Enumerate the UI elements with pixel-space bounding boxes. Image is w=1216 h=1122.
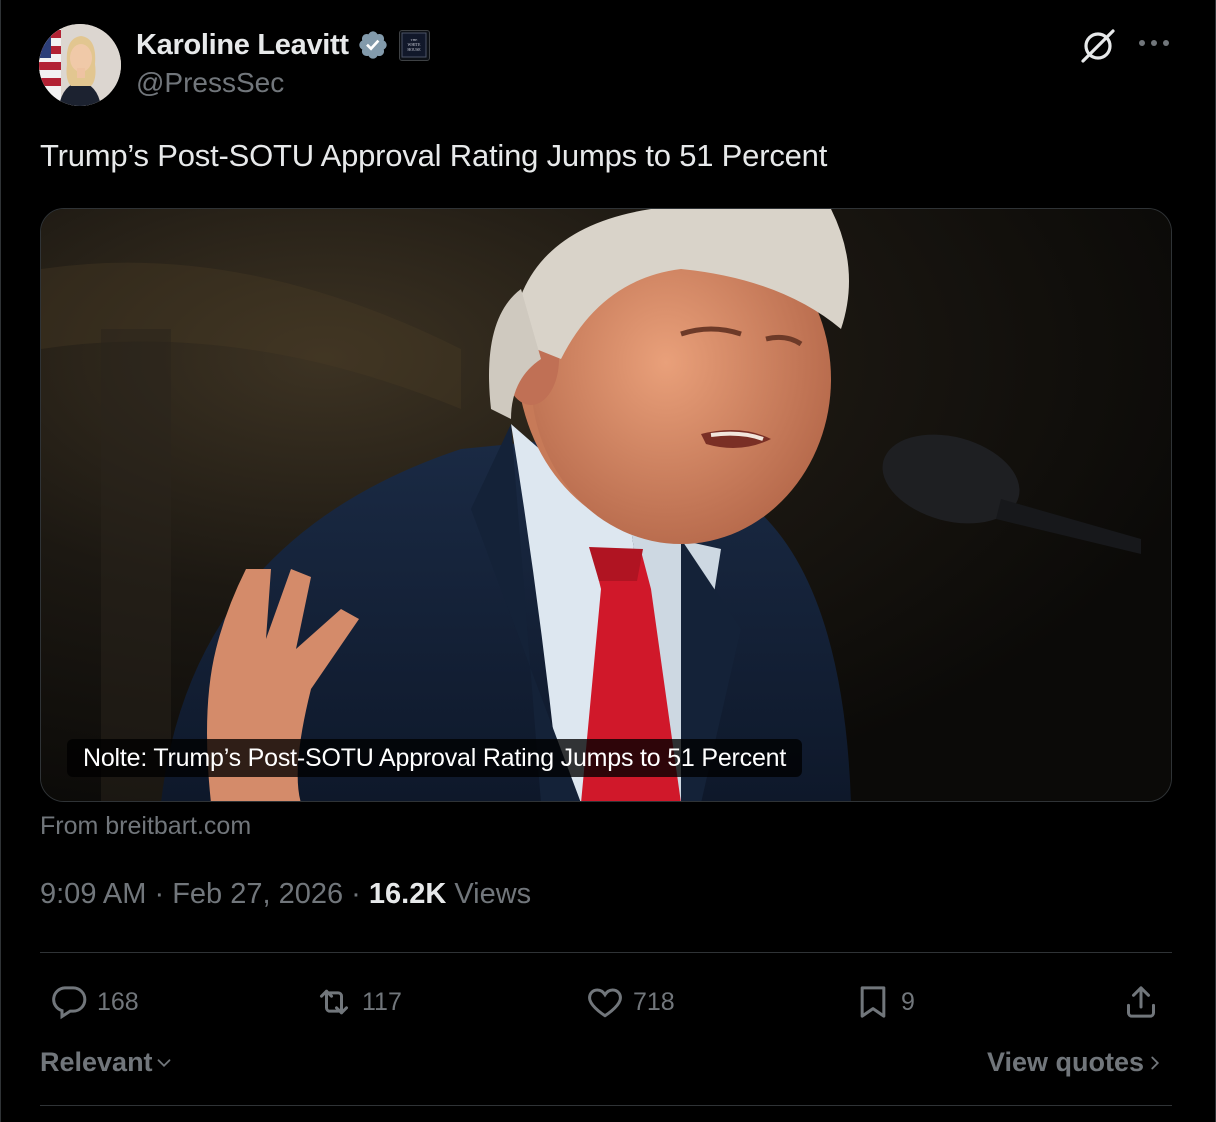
sort-dropdown[interactable]: Relevant xyxy=(40,1047,175,1078)
views-label: Views xyxy=(446,878,532,910)
bookmark-button[interactable]: 9 xyxy=(853,980,915,1024)
reply-count: 168 xyxy=(97,987,139,1016)
meta-separator: · xyxy=(343,878,369,910)
divider xyxy=(40,1105,1172,1106)
share-icon xyxy=(1127,986,1155,1018)
flag-graphic xyxy=(39,24,61,106)
avatar-image xyxy=(39,24,121,106)
view-quotes-link[interactable]: View quotes xyxy=(987,1047,1166,1078)
like-count: 718 xyxy=(633,987,675,1016)
grok-icon[interactable] xyxy=(1078,26,1118,66)
chevron-right-icon xyxy=(1151,1056,1160,1069)
reply-icon xyxy=(52,986,87,1020)
card-title: Nolte: Trump’s Post-SOTU Approval Rating… xyxy=(67,739,803,777)
bookmark-count: 9 xyxy=(901,987,915,1016)
link-card[interactable]: Nolte: Trump’s Post-SOTU Approval Rating… xyxy=(40,208,1172,802)
heart-icon xyxy=(588,988,622,1018)
svg-text:HOUSE: HOUSE xyxy=(408,47,422,52)
affiliation-badge[interactable]: THE WHITE HOUSE xyxy=(398,29,430,61)
tweet-text: Trump’s Post-SOTU Approval Rating Jumps … xyxy=(40,138,828,173)
white-house-logo-icon: THE WHITE HOUSE xyxy=(401,32,427,58)
repost-count: 117 xyxy=(362,987,402,1016)
divider xyxy=(40,952,1172,953)
verified-badge-icon[interactable] xyxy=(357,29,389,61)
share-button[interactable] xyxy=(1121,980,1161,1024)
tweet-time[interactable]: 9:09 AM xyxy=(40,878,146,911)
author-name-row: Karoline Leavitt THE WHITE HOUSE xyxy=(136,27,430,63)
author-name[interactable]: Karoline Leavitt xyxy=(136,29,349,62)
sort-label: Relevant xyxy=(40,1047,153,1077)
card-image xyxy=(41,209,1171,801)
chevron-down-icon xyxy=(157,1058,170,1067)
card-source[interactable]: From breitbart.com xyxy=(40,812,251,841)
repost-icon xyxy=(320,989,348,1015)
like-button[interactable]: 718 xyxy=(585,980,675,1024)
author-handle[interactable]: @PressSec xyxy=(136,67,284,99)
view-quotes-label: View quotes xyxy=(986,1047,1144,1077)
views-count: 16.2K xyxy=(368,878,447,910)
tweet-detail: Karoline Leavitt THE WHITE HOUSE @PressS… xyxy=(0,0,1216,1122)
tweet-meta: 9:09 AM · Feb 27, 2026 · 16.2K Views xyxy=(40,878,531,911)
bookmark-icon xyxy=(860,986,886,1018)
author-avatar[interactable] xyxy=(39,24,121,106)
meta-separator: · xyxy=(146,878,173,910)
more-icon[interactable] xyxy=(1137,36,1171,50)
tweet-date[interactable]: Feb 27, 2026 xyxy=(172,878,343,911)
repost-button[interactable]: 117 xyxy=(314,980,402,1024)
reply-button[interactable]: 168 xyxy=(49,980,139,1024)
